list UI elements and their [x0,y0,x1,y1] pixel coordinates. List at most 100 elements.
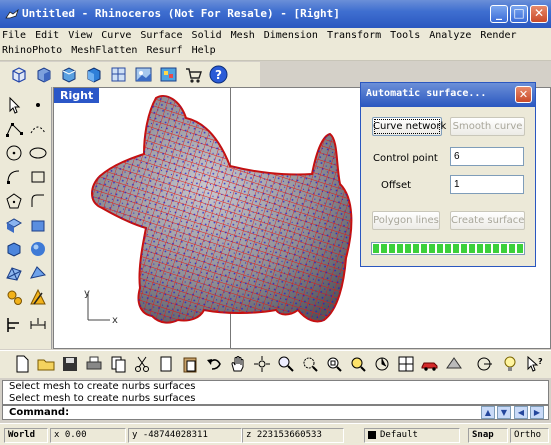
ortho-toggle[interactable]: Ortho [510,428,549,443]
cube-ghost-icon[interactable] [108,64,129,85]
fillet-curve-icon[interactable] [28,191,48,211]
zoom-selected-icon[interactable] [348,354,368,374]
close-button[interactable]: ✕ [530,5,548,23]
scroll-left-button[interactable]: ◀ [514,406,528,419]
pan-hand-icon[interactable] [228,354,248,374]
point-icon[interactable] [28,95,48,115]
align-icon[interactable] [4,315,24,335]
polygon-lines-button[interactable]: Polygon lines [372,211,440,230]
copy-doc-icon[interactable] [108,354,128,374]
analyze-icon[interactable] [28,287,48,307]
mesh-icon[interactable] [4,263,24,283]
menu-help[interactable]: Help [192,45,216,56]
cut-icon[interactable] [132,354,152,374]
cube-wire-icon[interactable] [8,64,29,85]
scroll-right-button[interactable]: ▶ [530,406,544,419]
cart-icon[interactable] [183,64,204,85]
maximize-button[interactable]: □ [510,5,528,23]
rotate-view-icon[interactable] [252,354,272,374]
sphere-icon[interactable] [28,239,48,259]
curve-points-icon[interactable] [28,119,48,139]
rectangle-icon[interactable] [28,167,48,187]
new-file-icon[interactable] [12,354,32,374]
menu-bar: File Edit View Curve Surface Solid Mesh Dimensi… [0,28,551,61]
smooth-curve-button[interactable]: Smooth curve [450,117,525,136]
texture-icon[interactable] [133,64,154,85]
dialog-title-bar[interactable]: Automatic surface... ✕ [361,83,535,107]
cube-shaded-icon[interactable] [33,64,54,85]
lightbulb-icon[interactable] [500,354,520,374]
menu-view[interactable]: View [68,30,92,41]
select-arrow-icon[interactable] [4,95,24,115]
layer-field[interactable]: Default [364,428,460,443]
cube-solid-icon[interactable] [83,64,104,85]
cube-render-icon[interactable] [58,64,79,85]
control-point-input[interactable] [450,147,524,166]
zoom-extents-icon[interactable] [324,354,344,374]
print-icon[interactable] [84,354,104,374]
menu-transform[interactable]: Transform [327,30,381,41]
save-icon[interactable] [60,354,80,374]
help-cursor-icon[interactable]: ? [524,354,544,374]
four-viewports-icon[interactable] [396,354,416,374]
minimize-button[interactable]: _ [490,5,508,23]
help-icon[interactable]: ? [208,64,229,85]
patch-icon[interactable] [28,263,48,283]
scroll-down-button[interactable]: ▼ [497,406,511,419]
zoom-window-icon[interactable] [300,354,320,374]
menu-mesh[interactable]: Mesh [231,30,255,41]
palette-icon[interactable] [158,64,179,85]
left-toolbar [0,87,52,349]
automatic-surface-dialog: Automatic surface... ✕ Curve network Smo… [360,82,536,267]
menu-rhinophoto[interactable]: RhinoPhoto [2,45,62,56]
menu-solid[interactable]: Solid [192,30,222,41]
shade-icon[interactable] [444,354,464,374]
history-line-2: Select mesh to create nurbs surfaces [9,393,196,404]
menu-file[interactable]: File [2,30,26,41]
surface-icon[interactable] [4,215,24,235]
box-icon[interactable] [4,239,24,259]
osnap-icon[interactable] [474,354,494,374]
menu-resurf[interactable]: Resurf [146,45,182,56]
paste-icon[interactable] [180,354,200,374]
polygon-icon[interactable] [4,191,24,211]
dimension-icon[interactable] [28,315,48,335]
progress-bar [371,242,525,255]
scroll-up-button[interactable]: ▲ [481,406,495,419]
dialog-close-button[interactable]: ✕ [515,86,532,103]
polyline-icon[interactable] [4,119,24,139]
menu-curve[interactable]: Curve [101,30,131,41]
rhino-app-icon[interactable] [4,6,20,22]
create-surface-button[interactable]: Create surface [450,211,525,230]
curve-network-button[interactable]: Curve network [372,117,446,136]
layer-name: Default [380,430,418,440]
copy-icon[interactable] [156,354,176,374]
command-prompt: Command: [9,407,70,418]
history-line-1: Select mesh to create nurbs surfaces [9,381,196,392]
circle-icon[interactable] [4,143,24,163]
offset-input[interactable] [450,175,524,194]
snap-toggle[interactable]: Snap [468,428,508,443]
arc-icon[interactable] [4,167,24,187]
menu-surface[interactable]: Surface [140,30,182,41]
undo-view-icon[interactable] [372,354,392,374]
command-line[interactable]: Command: [2,405,549,420]
gear-icon[interactable] [4,287,24,307]
coord-x: x 0.00 [50,428,126,443]
car-render-icon[interactable] [420,354,440,374]
mesh-control-points [92,96,352,323]
menu-meshflatten[interactable]: MeshFlatten [71,45,137,56]
menu-render[interactable]: Render [480,30,516,41]
menu-edit[interactable]: Edit [35,30,59,41]
open-folder-icon[interactable] [36,354,56,374]
menu-tools[interactable]: Tools [390,30,420,41]
ellipse-icon[interactable] [28,143,48,163]
zoom-icon[interactable] [276,354,296,374]
menu-analyze[interactable]: Analyze [429,30,471,41]
top-toolbar: ? [0,62,260,87]
cplane-field[interactable]: World [4,428,48,443]
undo-icon[interactable] [204,354,224,374]
extrude-icon[interactable] [28,215,48,235]
axis-indicator: y x [84,288,118,326]
menu-dimension[interactable]: Dimension [264,30,318,41]
